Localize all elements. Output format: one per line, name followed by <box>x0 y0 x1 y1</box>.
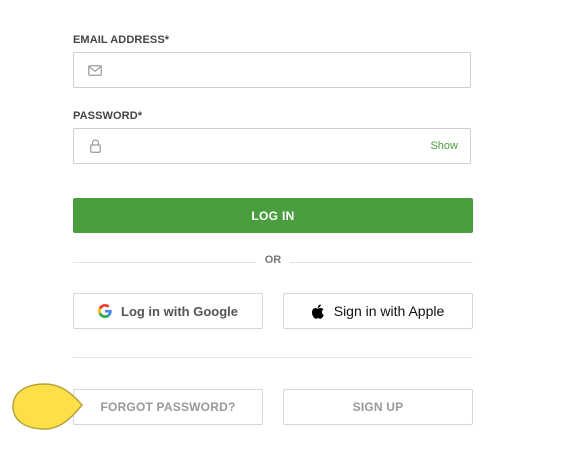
forgot-password-button[interactable]: FORGOT PASSWORD? <box>73 389 263 425</box>
google-icon <box>98 304 112 318</box>
or-text: OR <box>264 254 282 266</box>
email-field[interactable] <box>73 52 471 88</box>
signup-button[interactable]: SIGN UP <box>283 389 473 425</box>
pointer-marker <box>12 383 84 431</box>
login-button[interactable]: LOG IN <box>73 198 473 233</box>
divider <box>73 357 473 358</box>
google-login-button[interactable]: Log in with Google <box>73 293 263 329</box>
email-label: EMAIL ADDRESS* <box>73 34 170 46</box>
show-password-toggle[interactable]: Show <box>430 140 458 152</box>
separator-line-right <box>290 262 473 263</box>
apple-signin-label: Sign in with Apple <box>333 303 445 319</box>
apple-icon <box>311 303 325 319</box>
or-separator: OR <box>73 254 473 270</box>
password-field[interactable]: Show <box>73 128 471 164</box>
google-login-label: Log in with Google <box>121 303 238 319</box>
password-input[interactable] <box>110 129 410 163</box>
password-label: PASSWORD* <box>73 110 143 122</box>
email-input[interactable] <box>110 53 410 87</box>
apple-signin-button[interactable]: Sign in with Apple <box>283 293 473 329</box>
envelope-icon <box>88 63 102 77</box>
lock-icon <box>88 139 102 153</box>
